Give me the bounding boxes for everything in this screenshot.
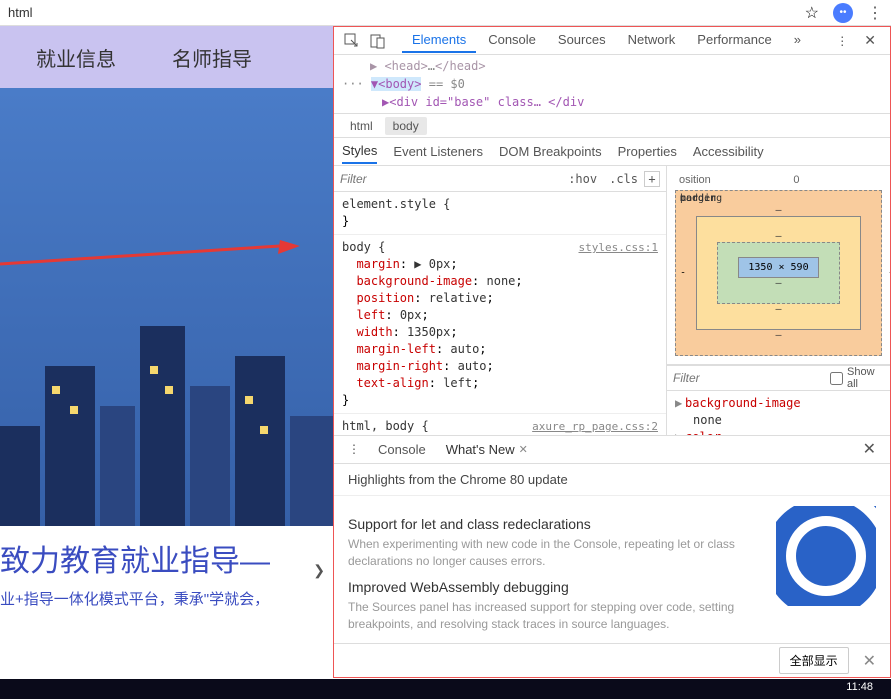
toolbar-icons: ☆ •• ⋮ — [805, 3, 883, 23]
taskbar — [0, 679, 891, 699]
page-content: 就业信息 名师指导 致力教育就业指导— 业+指导一体化模式平台，秉承"学就会， … — [0, 26, 333, 641]
headline: 致力教育就业指导— — [0, 526, 333, 588]
city-silhouette — [0, 226, 333, 526]
drawer-tab-close-icon[interactable]: ✕ — [519, 443, 528, 456]
crumb-body[interactable]: body — [385, 117, 427, 135]
crumb-html[interactable]: html — [342, 117, 381, 135]
tab-elements[interactable]: Elements — [402, 28, 476, 53]
source-link[interactable]: axure_rp_page.css:2 — [532, 418, 658, 435]
box-model: osition0 margin – border – padding 1350 … — [667, 166, 890, 365]
computed-list[interactable]: ▶background-imagenone ▶color rgb(0, 0, 0… — [667, 391, 890, 435]
drawer-dismiss-icon[interactable]: ✕ — [859, 651, 880, 671]
cls-toggle[interactable]: .cls — [603, 172, 644, 186]
show-all-button[interactable]: 全部显示 — [779, 647, 849, 674]
drawer-close-icon[interactable]: ✕ — [855, 439, 884, 459]
styletab-properties[interactable]: Properties — [618, 140, 677, 163]
tab-performance[interactable]: Performance — [687, 28, 781, 53]
drawer-footer: 全部显示 ✕ — [334, 643, 890, 677]
styletab-accessibility[interactable]: Accessibility — [693, 140, 764, 163]
styles-filter-input[interactable] — [340, 172, 562, 186]
styletab-breakpoints[interactable]: DOM Breakpoints — [499, 140, 602, 163]
devtools-body: :hov .cls + element.style {} styles.css:… — [334, 166, 890, 435]
drawer-body: Support for let and class redeclarations… — [334, 496, 890, 643]
inspect-icon[interactable] — [340, 29, 364, 53]
arrow-annotation — [0, 238, 300, 268]
tab-more[interactable]: » — [784, 28, 811, 53]
nav-bar: 就业信息 名师指导 — [0, 26, 333, 88]
devtools-tabs: Elements Console Sources Network Perform… — [402, 28, 828, 53]
menu-icon[interactable]: ⋮ — [867, 3, 883, 23]
drawer-tabs: ⋮ Console What's New ✕ ✕ — [334, 436, 890, 464]
styletab-listeners[interactable]: Event Listeners — [393, 140, 483, 163]
tab-sources[interactable]: Sources — [548, 28, 616, 53]
rule-html-body: axure_rp_page.css:2 html, body { height:… — [334, 414, 666, 435]
source-link[interactable]: styles.css:1 — [579, 239, 658, 256]
drawer-illustration — [776, 506, 876, 606]
show-all-checkbox[interactable]: Show all — [830, 366, 884, 390]
hov-toggle[interactable]: :hov — [562, 172, 603, 186]
box-content: 1350 × 590 — [738, 257, 819, 278]
box-right-value: -556 — [888, 268, 890, 279]
rule-element-style: element.style {} — [334, 192, 666, 235]
computed-filter-row: Show all — [667, 365, 890, 391]
style-tabs: Styles Event Listeners DOM Breakpoints P… — [334, 138, 890, 166]
drawer-highlights: Highlights from the Chrome 80 update — [348, 472, 876, 495]
tab-console[interactable]: Console — [478, 28, 546, 53]
styles-filter-row: :hov .cls + — [334, 166, 666, 192]
drawer: ⋮ Console What's New ✕ ✕ Highlights from… — [334, 435, 890, 677]
bookmark-star-icon[interactable]: ☆ — [805, 3, 819, 23]
drawer-heading-2: Improved WebAssembly debugging — [348, 579, 762, 595]
tab-network[interactable]: Network — [618, 28, 686, 53]
css-rules[interactable]: element.style {} styles.css:1 body { mar… — [334, 192, 666, 435]
hero-image — [0, 88, 333, 526]
drawer-para-2: The Sources panel has increased support … — [348, 599, 762, 633]
breadcrumb: html body — [334, 114, 890, 138]
drawer-tab-whatsnew[interactable]: What's New — [436, 438, 525, 461]
computed-filter-input[interactable] — [673, 371, 830, 385]
rule-body-styles: styles.css:1 body { margin: ▶ 0px; backg… — [334, 235, 666, 414]
styles-pane: :hov .cls + element.style {} styles.css:… — [334, 166, 667, 435]
nav-item-jobs[interactable]: 就业信息 — [36, 43, 116, 72]
new-rule-button[interactable]: + — [644, 171, 660, 187]
url-text: html — [8, 5, 805, 20]
computed-pane: osition0 margin – border – padding 1350 … — [667, 166, 890, 435]
styletab-styles[interactable]: Styles — [342, 139, 377, 164]
subline: 业+指导一体化模式平台，秉承"学就会， — [0, 588, 333, 609]
devtools-panel: Elements Console Sources Network Perform… — [333, 26, 891, 678]
devtools-header: Elements Console Sources Network Perform… — [334, 27, 890, 55]
device-toggle-icon[interactable] — [366, 29, 390, 53]
extension-icon[interactable]: •• — [833, 3, 853, 23]
devtools-menu-icon[interactable]: ⋮ — [830, 34, 854, 48]
drawer-heading-1: Support for let and class redeclarations — [348, 516, 762, 532]
nav-item-tutors[interactable]: 名师指导 — [172, 43, 252, 72]
drawer-para-1: When experimenting with new code in the … — [348, 536, 762, 570]
browser-toolbar: html ☆ •• ⋮ — [0, 0, 891, 26]
drawer-menu-icon[interactable]: ⋮ — [340, 442, 368, 456]
devtools-close-icon[interactable]: ✕ — [856, 32, 884, 49]
scroll-right-icon[interactable]: ❯ — [313, 562, 325, 579]
clock: 11:48 — [846, 681, 873, 693]
drawer-tab-console[interactable]: Console — [368, 438, 436, 461]
dom-tree[interactable]: ▶ <head>…</head> ··· ▼<body> == $0 ▶<div… — [334, 55, 890, 114]
